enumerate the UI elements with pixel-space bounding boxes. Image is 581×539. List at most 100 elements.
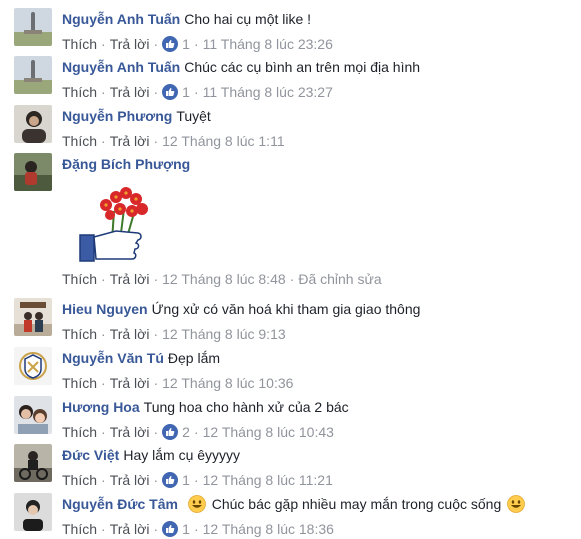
like-link[interactable]: Thích: [62, 270, 97, 288]
comment-body: Nguyễn Anh Tuấn Chúc các cụ bình an trên …: [62, 58, 574, 101]
separator: ·: [153, 521, 159, 537]
separator: ·: [193, 36, 199, 52]
comment-text: Chúc bác gặp nhiều may mắn trong cuộc số…: [211, 496, 502, 512]
separator: ·: [101, 133, 106, 149]
reply-link[interactable]: Trả lời: [110, 520, 150, 538]
comment-item: Đặng Bích Phượng Thích · Trả lời · 12 Th…: [14, 153, 574, 293]
reply-link[interactable]: Trả lời: [110, 35, 150, 53]
separator: ·: [101, 84, 106, 100]
like-reaction-icon[interactable]: [162, 424, 179, 440]
commenter-name[interactable]: Nguyễn Anh Tuấn: [62, 11, 180, 27]
separator: ·: [193, 472, 199, 488]
commenter-name[interactable]: Hieu Nguyen: [62, 301, 148, 317]
separator: ·: [101, 36, 106, 52]
comment-body: Hương Hoa Tung hoa cho hành xử của 2 bác …: [62, 398, 574, 441]
like-reaction-icon[interactable]: [162, 36, 179, 52]
avatar[interactable]: [14, 298, 52, 336]
separator: ·: [101, 472, 106, 488]
comment-text: Tuyệt: [176, 108, 211, 124]
avatar[interactable]: [14, 153, 52, 191]
avatar[interactable]: [14, 347, 52, 385]
timestamp[interactable]: 11 Tháng 8 lúc 23:27: [203, 83, 333, 101]
like-link[interactable]: Thích: [62, 423, 97, 441]
like-link[interactable]: Thích: [62, 132, 97, 150]
reply-link[interactable]: Trả lời: [110, 83, 150, 101]
reply-link[interactable]: Trả lời: [110, 423, 150, 441]
separator: ·: [101, 375, 106, 391]
like-count[interactable]: 1: [182, 83, 190, 101]
reply-link[interactable]: Trả lời: [110, 270, 150, 288]
avatar[interactable]: [14, 493, 52, 531]
commenter-name[interactable]: Nguyễn Anh Tuấn: [62, 59, 180, 75]
separator: ·: [153, 375, 159, 391]
smiley-icon: [507, 495, 526, 513]
separator: ·: [101, 271, 106, 287]
avatar[interactable]: [14, 56, 52, 94]
separator: ·: [101, 521, 106, 537]
separator: ·: [153, 472, 159, 488]
like-link[interactable]: Thích: [62, 35, 97, 53]
edited-label[interactable]: Đã chỉnh sửa: [298, 270, 381, 288]
timestamp[interactable]: 12 Tháng 8 lúc 10:43: [203, 423, 334, 441]
reply-link[interactable]: Trả lời: [110, 374, 150, 392]
separator: ·: [193, 521, 199, 537]
thumbs-up-flowers-sticker[interactable]: [76, 181, 156, 263]
like-link[interactable]: Thích: [62, 325, 97, 343]
like-count[interactable]: 1: [182, 35, 190, 53]
timestamp[interactable]: 12 Tháng 8 lúc 18:36: [203, 520, 334, 538]
like-link[interactable]: Thích: [62, 83, 97, 101]
separator: ·: [153, 271, 159, 287]
comment-body: Đức Việt Hay lắm cụ êyyyyy Thích · Trả lờ…: [62, 446, 574, 489]
like-count[interactable]: 1: [182, 471, 190, 489]
separator: ·: [101, 424, 106, 440]
like-count[interactable]: 1: [182, 520, 190, 538]
commenter-name[interactable]: Nguyễn Văn Tú: [62, 350, 164, 366]
timestamp[interactable]: 11 Tháng 8 lúc 23:26: [203, 35, 333, 53]
separator: ·: [153, 84, 159, 100]
reply-link[interactable]: Trả lời: [110, 325, 150, 343]
avatar[interactable]: [14, 396, 52, 434]
commenter-name[interactable]: Đức Việt: [62, 447, 119, 463]
comment-text: Đẹp lắm: [167, 350, 221, 366]
commenter-name[interactable]: Nguyễn Phương: [62, 108, 172, 124]
comment-body: Nguyễn Văn Tú Đẹp lắm Thích · Trả lời · 1…: [62, 349, 574, 392]
separator: ·: [153, 326, 159, 342]
comment-body: Hieu Nguyen Ứng xử có văn hoá khi tham gi…: [62, 300, 574, 343]
commenter-name[interactable]: Đặng Bích Phượng: [62, 156, 190, 172]
separator: ·: [193, 84, 199, 100]
like-link[interactable]: Thích: [62, 374, 97, 392]
commenter-name[interactable]: Hương Hoa: [62, 399, 140, 415]
reply-link[interactable]: Trả lời: [110, 471, 150, 489]
avatar[interactable]: [14, 105, 52, 143]
like-link[interactable]: Thích: [62, 471, 97, 489]
comment-body: Nguyễn Phương Tuyệt Thích · Trả lời · 12 …: [62, 107, 574, 150]
like-reaction-icon[interactable]: [162, 472, 179, 488]
comment-text: Hay lắm cụ êyyyyy: [123, 447, 241, 463]
separator: ·: [101, 326, 106, 342]
like-reaction-icon[interactable]: [162, 84, 179, 100]
separator: ·: [289, 271, 295, 287]
separator: ·: [153, 36, 159, 52]
separator: ·: [193, 424, 199, 440]
avatar[interactable]: [14, 8, 52, 46]
comment-text: Chúc các cụ bình an trên mọi địa hình: [184, 59, 421, 75]
comment-body: Đặng Bích Phượng Thích · Trả lời · 12 Th…: [62, 155, 574, 287]
like-count[interactable]: 2: [182, 423, 190, 441]
reply-link[interactable]: Trả lời: [110, 132, 150, 150]
timestamp[interactable]: 12 Tháng 8 lúc 9:13: [162, 325, 286, 343]
avatar[interactable]: [14, 444, 52, 482]
timestamp[interactable]: 12 Tháng 8 lúc 11:21: [203, 471, 333, 489]
smiley-icon: [187, 495, 206, 513]
comment-text: Cho hai cụ một like !: [184, 11, 312, 27]
comment-body: Nguyễn Anh Tuấn Cho hai cụ một like ! Thí…: [62, 10, 574, 53]
commenter-name[interactable]: Nguyễn Đức Tâm: [62, 496, 178, 512]
comment-text: Tung hoa cho hành xử của 2 bác: [143, 399, 349, 415]
timestamp[interactable]: 12 Tháng 8 lúc 1:11: [162, 132, 284, 150]
like-reaction-icon[interactable]: [162, 521, 179, 537]
like-link[interactable]: Thích: [62, 520, 97, 538]
separator: ·: [153, 424, 159, 440]
timestamp[interactable]: 12 Tháng 8 lúc 8:48: [162, 270, 286, 288]
timestamp[interactable]: 12 Tháng 8 lúc 10:36: [162, 374, 293, 392]
comment-text: Ứng xử có văn hoá khi tham gia giao thôn…: [151, 301, 421, 317]
comment-body: Nguyễn Đức Tâm Chúc bác gặp nhiều may mắ…: [62, 495, 574, 538]
